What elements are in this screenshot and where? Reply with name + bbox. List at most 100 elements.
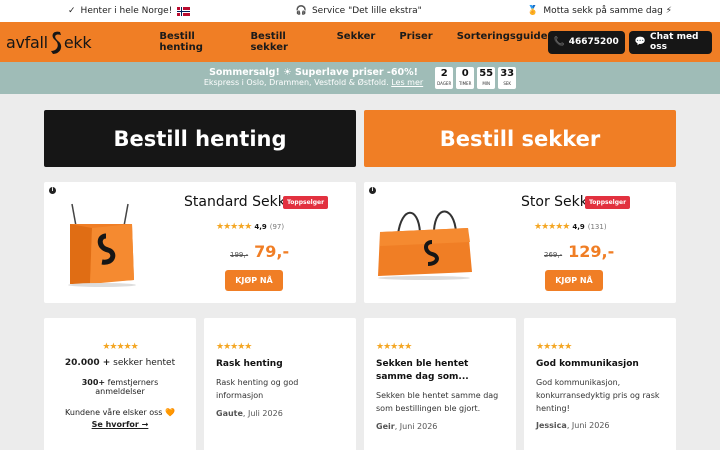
info-icon[interactable]: i <box>369 187 376 194</box>
logo-s-icon <box>49 29 63 55</box>
countdown-hours-value: 0 <box>461 68 469 79</box>
review-author-name: Gaute <box>216 408 243 418</box>
countdown-minutes: 55 MIN <box>477 67 496 89</box>
review-author: Geir, Juni 2026 <box>376 422 504 431</box>
phone-button[interactable]: 📞 46675200 <box>547 30 625 54</box>
review-author: Gaute, Juli 2026 <box>216 409 344 418</box>
review-author: Jessica, Juni 2026 <box>536 421 664 430</box>
rating-stars-icon: ★★★★★ <box>534 222 570 232</box>
promo-subline-text: Ekspress i Oslo, Drammen, Vestfold & Øst… <box>203 77 389 87</box>
review-stars-icon: ★★★★★ <box>376 342 412 352</box>
topbar-nationwide-text: Henter i hele Norge! <box>80 6 173 16</box>
rating-count: (97) <box>269 223 285 231</box>
topbar-service-text: Service "Det lille ekstra" <box>311 6 422 16</box>
countdown-hours-label: TIMER <box>458 81 472 86</box>
review-summary-card: ★★★★★ 20.000 + sekker hentet 300+ femstj… <box>44 318 196 450</box>
buy-button[interactable]: KJØP NÅ <box>225 270 283 291</box>
nav-bestill-sekker[interactable]: Bestill sekker <box>250 31 312 53</box>
review-stars-icon: ★★★★★ <box>216 342 252 352</box>
top-info-bar: ✓ Henter i hele Norge! 🎧 Service "Det li… <box>0 0 720 22</box>
bestill-henting-button[interactable]: Bestill henting <box>44 110 356 167</box>
review-card: ★★★★★ Sekken ble hentet samme dag som...… <box>364 318 516 450</box>
chat-label: Chat med oss <box>650 32 699 52</box>
product-name: Standard Sekk <box>184 194 286 210</box>
review-date: , Juni 2026 <box>566 421 610 431</box>
norway-flag-icon <box>177 6 191 16</box>
product-price: 199,- 79,- <box>230 242 289 261</box>
countdown-timer: 2 DAGER 0 TIMER 55 MIN 33 SEK <box>435 67 517 89</box>
review-title: Rask henting <box>216 359 283 369</box>
header-actions: 📞 46675200 💬 Chat med oss <box>547 30 712 54</box>
sale-price: 129,- <box>568 242 615 261</box>
review-author-name: Jessica <box>536 421 567 431</box>
countdown-days: 2 DAGER <box>435 67 454 89</box>
countdown-seconds-label: SEK <box>503 81 512 86</box>
nav-sorteringsguide[interactable]: Sorteringsguide <box>457 31 548 53</box>
standard-sekk-image[interactable] <box>62 198 140 288</box>
summary-reviews-suffix: femstjerners anmeldelser <box>95 378 159 396</box>
review-stars-icon: ★★★★★ <box>536 342 572 352</box>
review-card: ★★★★★ God kommunikasjon God kommunikasjo… <box>524 318 676 450</box>
chat-bubble-icon: 💬 <box>634 37 647 47</box>
reviews-row: ★★★★★ 20.000 + sekker hentet 300+ femstj… <box>44 318 676 450</box>
review-title: God kommunikasjon <box>536 359 639 369</box>
review-author-name: Geir <box>376 421 395 431</box>
bestill-sekker-button[interactable]: Bestill sekker <box>364 110 676 167</box>
promo-read-more-link[interactable]: Les mer <box>391 78 423 87</box>
countdown-minutes-label: MIN <box>482 81 490 86</box>
promo-text: Sommersalg! ☀ Superlave priser -60%! Eks… <box>203 67 423 87</box>
review-body: Rask henting og god informasjon <box>216 378 299 400</box>
toppselger-badge: Toppselger <box>585 196 631 209</box>
toppselger-badge: Toppselger <box>283 196 329 209</box>
main-nav: Bestill henting Bestill sekker Sekker Pr… <box>159 31 547 53</box>
summary-reviews-number: 300+ <box>81 378 106 387</box>
topbar-sameday-text: Motta sekk på samme dag ⚡ <box>543 6 672 16</box>
stor-sekk-image[interactable] <box>372 202 478 282</box>
logo[interactable]: avfall ekk <box>6 29 145 55</box>
review-card: ★★★★★ Rask henting Rask henting og god i… <box>204 318 356 450</box>
topbar-sameday: 🏅 Motta sekk på samme dag ⚡ <box>527 6 672 16</box>
see-why-link[interactable]: Se hvorfor → <box>56 420 184 429</box>
nav-sekker[interactable]: Sekker <box>337 31 376 53</box>
headset-icon: 🎧 <box>295 6 307 16</box>
product-rating: ★★★★★ 4,9 (97) <box>216 222 284 232</box>
review-date: , Juni 2026 <box>394 421 438 431</box>
summary-love-text: Kundene våre elsker oss 🧡 <box>65 408 175 417</box>
sale-price: 79,- <box>254 242 290 261</box>
rating-score: 4,9 <box>572 223 585 231</box>
product-card-stor: i Stor Sekk Toppselger ★★★★★ 4,9 (131) 2… <box>364 182 676 303</box>
product-price: 269,- 129,- <box>544 242 614 261</box>
product-row: i Standard Sekk Toppselger ★★★★★ 4,9 (97… <box>44 182 676 303</box>
phone-number: 46675200 <box>568 37 619 47</box>
promo-banner: Sommersalg! ☀ Superlave priser -60%! Eks… <box>0 62 720 94</box>
buy-button[interactable]: KJØP NÅ <box>545 270 603 291</box>
main-header: avfall ekk Bestill henting Bestill sekke… <box>0 22 720 62</box>
review-body: Sekken ble hentet samme dag som bestilli… <box>376 391 499 413</box>
logo-text-left: avfall <box>6 32 48 52</box>
medal-icon: 🏅 <box>527 6 539 16</box>
chat-button[interactable]: 💬 Chat med oss <box>628 30 712 54</box>
review-date: , Juli 2026 <box>242 408 283 418</box>
countdown-days-label: DAGER <box>437 81 452 86</box>
rating-count: (131) <box>587 223 607 231</box>
countdown-minutes-value: 55 <box>479 68 494 79</box>
topbar-nationwide: ✓ Henter i hele Norge! <box>68 6 191 16</box>
logo-text-right: ekk <box>63 32 92 52</box>
cta-row: Bestill henting Bestill sekker <box>44 110 676 167</box>
product-rating: ★★★★★ 4,9 (131) <box>534 222 607 232</box>
info-icon[interactable]: i <box>49 187 56 194</box>
check-icon: ✓ <box>68 6 76 16</box>
topbar-service: 🎧 Service "Det lille ekstra" <box>296 6 422 16</box>
product-card-standard: i Standard Sekk Toppselger ★★★★★ 4,9 (97… <box>44 182 356 303</box>
review-title: Sekken ble hentet samme dag som... <box>376 359 469 383</box>
rating-stars-icon: ★★★★★ <box>216 222 252 232</box>
review-body: God kommunikasjon, konkurransedyktig pri… <box>536 378 660 413</box>
old-price: 269,- <box>544 251 563 259</box>
summary-count-suffix: sekker hentet <box>110 358 176 368</box>
rating-score: 4,9 <box>254 223 267 231</box>
nav-priser[interactable]: Priser <box>399 31 432 53</box>
countdown-seconds: 33 SEK <box>498 67 517 89</box>
nav-bestill-henting[interactable]: Bestill henting <box>159 31 226 53</box>
summary-review-count: 300+ femstjerners anmeldelser <box>56 378 184 396</box>
summary-sacks-collected: 20.000 + sekker hentet <box>56 358 184 368</box>
